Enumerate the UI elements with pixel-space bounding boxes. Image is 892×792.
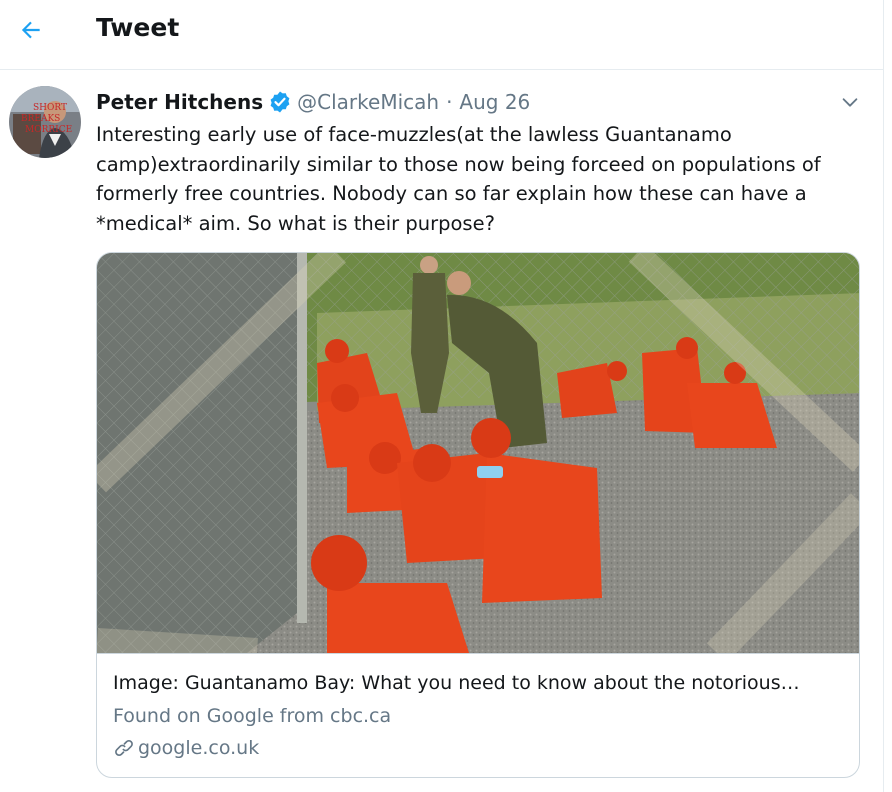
chevron-down-icon <box>842 98 858 107</box>
tweet-date[interactable]: Aug 26 <box>459 90 530 114</box>
header-separator: · <box>446 90 453 114</box>
tweet-text: Interesting early use of face-muzzles(at… <box>96 120 866 238</box>
more-options-button[interactable] <box>836 88 864 116</box>
tweet-text-line: *medical* aim. So what is their purpose? <box>96 211 495 235</box>
author-name[interactable]: Peter Hitchens <box>96 90 263 114</box>
tweet-text-line: Interesting early use of face-muzzles(at… <box>96 123 732 146</box>
verified-badge-icon <box>270 91 290 113</box>
avatar-text-3: MORRICE <box>25 125 72 135</box>
avatar-text-1: SHORT <box>33 103 67 113</box>
link-icon <box>115 740 133 756</box>
card-title: Image: Guantanamo Bay: What you need to … <box>113 672 800 694</box>
card-domain-text: google.co.uk <box>138 737 260 759</box>
page-header: Tweet <box>0 0 883 70</box>
tweet-header: Peter Hitchens @ClarkeMicah · Aug 26 <box>96 88 530 116</box>
author-handle[interactable]: @ClarkeMicah <box>297 90 439 114</box>
avatar-text-2: BREAKS <box>21 114 60 124</box>
card-image <box>97 253 859 653</box>
avatar[interactable]: SHORT BREAKS MORRICE <box>9 86 81 158</box>
back-button[interactable] <box>12 11 50 49</box>
back-arrow-icon <box>21 21 40 39</box>
card-body: Image: Guantanamo Bay: What you need to … <box>97 653 859 777</box>
column-divider <box>883 0 884 792</box>
card-subtitle: Found on Google from cbc.ca <box>113 705 392 727</box>
tweet-text-line: camp)extraordinarily similar to those no… <box>96 152 821 176</box>
tweet-text-line: formerly free countries. Nobody can so f… <box>96 182 807 205</box>
avatar-image: SHORT BREAKS MORRICE <box>9 86 81 158</box>
page-title: Tweet <box>96 13 180 42</box>
card-domain: google.co.uk <box>113 737 259 759</box>
link-card[interactable]: Image: Guantanamo Bay: What you need to … <box>96 252 860 778</box>
